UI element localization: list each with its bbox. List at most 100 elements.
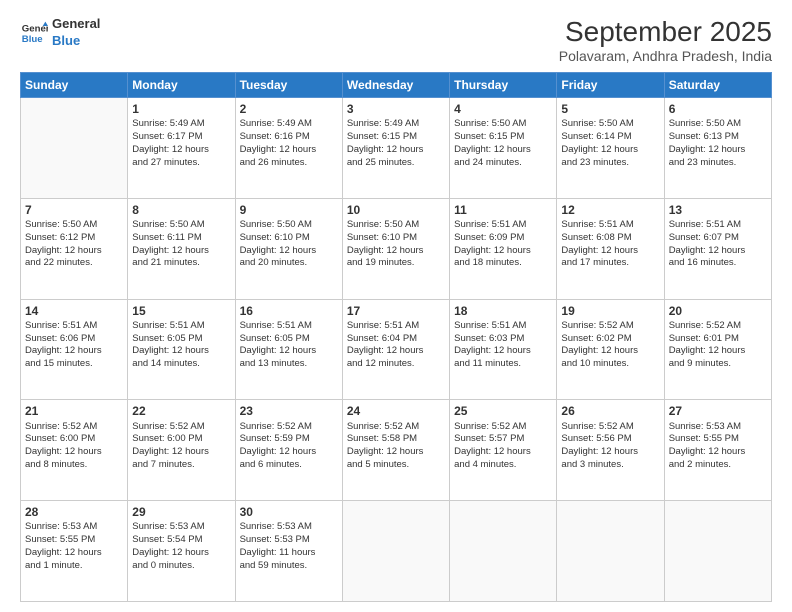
day-info: Sunrise: 5:51 AM bbox=[454, 320, 552, 333]
day-info: Sunset: 6:08 PM bbox=[561, 232, 659, 245]
day-info: and 3 minutes. bbox=[561, 459, 659, 472]
day-info: Sunset: 6:11 PM bbox=[132, 232, 230, 245]
day-info: Sunrise: 5:51 AM bbox=[25, 320, 123, 333]
day-info: Daylight: 12 hours bbox=[347, 144, 445, 157]
day-info: and 13 minutes. bbox=[240, 358, 338, 371]
col-sunday: Sunday bbox=[21, 73, 128, 98]
day-info: Daylight: 12 hours bbox=[132, 144, 230, 157]
day-info: Sunrise: 5:52 AM bbox=[561, 421, 659, 434]
calendar-cell: 6Sunrise: 5:50 AMSunset: 6:13 PMDaylight… bbox=[664, 98, 771, 199]
day-info: Daylight: 12 hours bbox=[25, 345, 123, 358]
calendar-cell: 23Sunrise: 5:52 AMSunset: 5:59 PMDayligh… bbox=[235, 400, 342, 501]
day-info: and 22 minutes. bbox=[25, 257, 123, 270]
day-info: Sunrise: 5:53 AM bbox=[669, 421, 767, 434]
logo-icon: General Blue bbox=[20, 19, 48, 47]
day-info: Sunset: 6:15 PM bbox=[454, 131, 552, 144]
calendar-cell: 11Sunrise: 5:51 AMSunset: 6:09 PMDayligh… bbox=[450, 198, 557, 299]
day-number: 10 bbox=[347, 202, 445, 218]
day-number: 6 bbox=[669, 101, 767, 117]
day-info: Sunrise: 5:52 AM bbox=[454, 421, 552, 434]
calendar-row: 1Sunrise: 5:49 AMSunset: 6:17 PMDaylight… bbox=[21, 98, 772, 199]
day-number: 16 bbox=[240, 303, 338, 319]
day-info: Daylight: 12 hours bbox=[132, 345, 230, 358]
day-info: Daylight: 12 hours bbox=[347, 446, 445, 459]
day-number: 13 bbox=[669, 202, 767, 218]
day-info: and 10 minutes. bbox=[561, 358, 659, 371]
day-info: Daylight: 12 hours bbox=[454, 144, 552, 157]
day-info: Sunset: 6:05 PM bbox=[240, 333, 338, 346]
calendar-cell: 13Sunrise: 5:51 AMSunset: 6:07 PMDayligh… bbox=[664, 198, 771, 299]
day-info: Daylight: 12 hours bbox=[25, 547, 123, 560]
day-info: Sunset: 6:04 PM bbox=[347, 333, 445, 346]
day-info: Sunset: 6:13 PM bbox=[669, 131, 767, 144]
day-info: Daylight: 12 hours bbox=[669, 144, 767, 157]
day-number: 14 bbox=[25, 303, 123, 319]
calendar-table: Sunday Monday Tuesday Wednesday Thursday… bbox=[20, 72, 772, 602]
day-info: Sunset: 6:09 PM bbox=[454, 232, 552, 245]
day-info: Sunset: 6:01 PM bbox=[669, 333, 767, 346]
day-info: Sunrise: 5:52 AM bbox=[240, 421, 338, 434]
calendar-cell: 25Sunrise: 5:52 AMSunset: 5:57 PMDayligh… bbox=[450, 400, 557, 501]
day-number: 26 bbox=[561, 403, 659, 419]
day-info: Sunrise: 5:51 AM bbox=[454, 219, 552, 232]
day-info: and 11 minutes. bbox=[454, 358, 552, 371]
col-wednesday: Wednesday bbox=[342, 73, 449, 98]
day-info: Sunrise: 5:51 AM bbox=[240, 320, 338, 333]
day-info: Sunset: 6:03 PM bbox=[454, 333, 552, 346]
subtitle: Polavaram, Andhra Pradesh, India bbox=[559, 48, 772, 64]
calendar-cell: 7Sunrise: 5:50 AMSunset: 6:12 PMDaylight… bbox=[21, 198, 128, 299]
day-info: Daylight: 12 hours bbox=[454, 345, 552, 358]
day-info: Sunset: 5:59 PM bbox=[240, 433, 338, 446]
month-title: September 2025 bbox=[559, 16, 772, 48]
day-info: and 4 minutes. bbox=[454, 459, 552, 472]
day-info: Sunset: 5:54 PM bbox=[132, 534, 230, 547]
calendar-cell: 20Sunrise: 5:52 AMSunset: 6:01 PMDayligh… bbox=[664, 299, 771, 400]
day-number: 17 bbox=[347, 303, 445, 319]
day-info: and 23 minutes. bbox=[561, 157, 659, 170]
day-number: 3 bbox=[347, 101, 445, 117]
day-number: 25 bbox=[454, 403, 552, 419]
day-info: Sunrise: 5:52 AM bbox=[669, 320, 767, 333]
day-number: 9 bbox=[240, 202, 338, 218]
day-info: and 18 minutes. bbox=[454, 257, 552, 270]
day-info: Sunset: 5:53 PM bbox=[240, 534, 338, 547]
day-number: 27 bbox=[669, 403, 767, 419]
day-info: and 16 minutes. bbox=[669, 257, 767, 270]
day-info: Sunrise: 5:50 AM bbox=[669, 118, 767, 131]
day-info: Sunrise: 5:50 AM bbox=[132, 219, 230, 232]
day-info: Daylight: 12 hours bbox=[669, 446, 767, 459]
day-info: Sunrise: 5:53 AM bbox=[240, 521, 338, 534]
day-info: Sunrise: 5:52 AM bbox=[25, 421, 123, 434]
day-info: and 1 minute. bbox=[25, 560, 123, 573]
day-info: Sunset: 5:55 PM bbox=[25, 534, 123, 547]
col-saturday: Saturday bbox=[664, 73, 771, 98]
day-info: and 9 minutes. bbox=[669, 358, 767, 371]
day-number: 29 bbox=[132, 504, 230, 520]
day-number: 2 bbox=[240, 101, 338, 117]
day-info: Daylight: 12 hours bbox=[561, 446, 659, 459]
day-info: Sunset: 6:07 PM bbox=[669, 232, 767, 245]
calendar-cell: 16Sunrise: 5:51 AMSunset: 6:05 PMDayligh… bbox=[235, 299, 342, 400]
day-info: and 15 minutes. bbox=[25, 358, 123, 371]
calendar-cell: 30Sunrise: 5:53 AMSunset: 5:53 PMDayligh… bbox=[235, 501, 342, 602]
calendar-cell: 28Sunrise: 5:53 AMSunset: 5:55 PMDayligh… bbox=[21, 501, 128, 602]
logo: General Blue General Blue bbox=[20, 16, 100, 50]
day-info: Daylight: 12 hours bbox=[132, 446, 230, 459]
svg-text:Blue: Blue bbox=[22, 34, 43, 45]
day-info: and 12 minutes. bbox=[347, 358, 445, 371]
calendar-cell: 21Sunrise: 5:52 AMSunset: 6:00 PMDayligh… bbox=[21, 400, 128, 501]
day-info: Sunset: 6:17 PM bbox=[132, 131, 230, 144]
day-info: and 25 minutes. bbox=[347, 157, 445, 170]
day-info: and 7 minutes. bbox=[132, 459, 230, 472]
calendar-cell: 24Sunrise: 5:52 AMSunset: 5:58 PMDayligh… bbox=[342, 400, 449, 501]
day-info: and 23 minutes. bbox=[669, 157, 767, 170]
day-number: 24 bbox=[347, 403, 445, 419]
day-info: and 21 minutes. bbox=[132, 257, 230, 270]
calendar-cell: 26Sunrise: 5:52 AMSunset: 5:56 PMDayligh… bbox=[557, 400, 664, 501]
day-info: Daylight: 12 hours bbox=[240, 245, 338, 258]
day-number: 20 bbox=[669, 303, 767, 319]
day-number: 4 bbox=[454, 101, 552, 117]
calendar-cell: 27Sunrise: 5:53 AMSunset: 5:55 PMDayligh… bbox=[664, 400, 771, 501]
col-friday: Friday bbox=[557, 73, 664, 98]
calendar-cell: 19Sunrise: 5:52 AMSunset: 6:02 PMDayligh… bbox=[557, 299, 664, 400]
